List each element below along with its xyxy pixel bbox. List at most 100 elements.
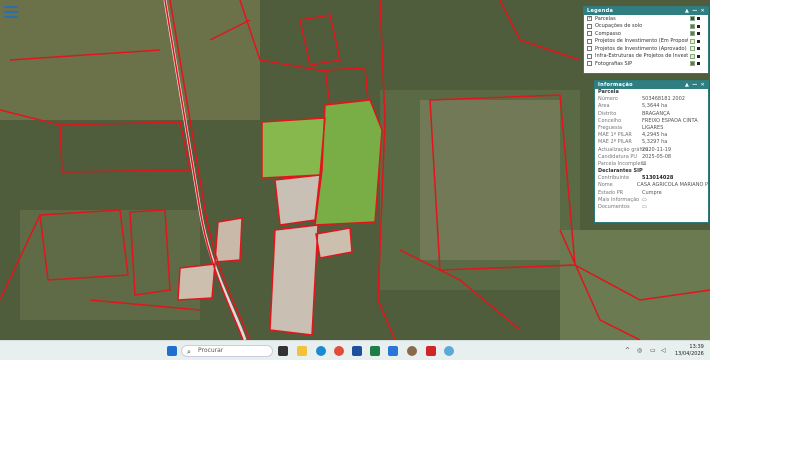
info-key: Freguesia bbox=[598, 124, 623, 131]
info-row: Concelho FREIXO ESPADA CINTA bbox=[595, 118, 708, 125]
layer-swatch bbox=[690, 53, 695, 59]
task-view-icon[interactable] bbox=[278, 346, 288, 356]
display-icon[interactable]: ▭ bbox=[650, 347, 656, 354]
start-icon[interactable] bbox=[167, 346, 177, 356]
info-title: Informação bbox=[598, 82, 633, 88]
legend-item[interactable]: Infra-Estruturas de Projetos de Investim… bbox=[584, 53, 708, 61]
info-value: ▭ bbox=[642, 204, 647, 210]
info-key: Distrito bbox=[598, 110, 617, 117]
legend-title: Legenda bbox=[587, 8, 614, 14]
info-key: Mais Informação bbox=[598, 196, 640, 203]
layer-checkbox[interactable] bbox=[587, 31, 592, 37]
info-value: ☐ bbox=[642, 160, 647, 167]
search-placeholder: Procurar bbox=[198, 347, 224, 354]
info-key: Área bbox=[598, 103, 610, 110]
layer-checkbox[interactable] bbox=[587, 53, 592, 59]
edge-icon[interactable] bbox=[316, 346, 326, 356]
collapse-icon[interactable]: ▲ bbox=[685, 82, 689, 88]
layer-dot-icon bbox=[697, 39, 700, 43]
legend-item[interactable]: Compasso bbox=[584, 30, 708, 38]
info-key: Candidatura PU bbox=[598, 153, 638, 160]
legend-item[interactable]: Projetos de Investimento (Aprovado) bbox=[584, 45, 708, 53]
excel-icon[interactable] bbox=[370, 346, 380, 356]
taskbar: ⌕ Procurar ^ ◎ ▭ ◁ 13:39 13/04/2026 bbox=[0, 340, 710, 360]
legend-item[interactable]: ✓ Parcelas bbox=[584, 15, 708, 23]
section-parcela: Parcela bbox=[598, 89, 619, 95]
app-icon-2[interactable] bbox=[407, 346, 417, 356]
minimize-icon[interactable]: — bbox=[692, 8, 697, 14]
layer-dot-icon bbox=[697, 47, 700, 51]
file-explorer-icon[interactable] bbox=[297, 346, 307, 356]
layer-dot-icon bbox=[697, 17, 700, 21]
info-value: Cumpre bbox=[642, 189, 662, 196]
layer-swatch bbox=[690, 16, 695, 22]
app-icon[interactable] bbox=[352, 346, 362, 356]
legend-item[interactable]: Ocupações de solo bbox=[584, 23, 708, 31]
layer-swatch bbox=[690, 31, 695, 37]
layer-label: Parcelas bbox=[595, 15, 616, 22]
info-key: Estado PR bbox=[598, 189, 624, 196]
legend-item[interactable]: Projetos de Investimento (Em Proposta) bbox=[584, 38, 708, 46]
info-value: 5,3297 ha bbox=[642, 139, 668, 146]
layer-label: Projetos de Investimento (Aprovado) bbox=[595, 45, 687, 52]
layer-label: Projetos de Investimento (Em Proposta) bbox=[595, 38, 688, 45]
info-row: MAE 2º PILAR 5,3297 ha bbox=[595, 139, 708, 146]
info-row: Nome CASA AGRICOLA MARIANO P bbox=[595, 182, 708, 189]
info-row: Contribuinte 513014028 bbox=[595, 175, 708, 182]
layer-swatch bbox=[690, 61, 695, 67]
close-icon[interactable]: ✕ bbox=[701, 82, 706, 88]
layer-checkbox[interactable] bbox=[587, 46, 592, 52]
layer-dot-icon bbox=[697, 54, 700, 58]
app-icon-3[interactable] bbox=[444, 346, 454, 356]
menu-icon[interactable] bbox=[4, 6, 18, 18]
layer-label: Compasso bbox=[595, 30, 621, 37]
close-icon[interactable]: ✕ bbox=[701, 8, 706, 14]
info-value: LIGARES bbox=[642, 124, 664, 131]
clock[interactable]: 13:39 13/04/2026 bbox=[675, 344, 704, 358]
layer-dot-icon bbox=[697, 62, 700, 66]
layer-swatch bbox=[690, 38, 695, 44]
minimize-icon[interactable]: — bbox=[692, 82, 697, 88]
layer-label: Infra-Estruturas de Projetos de Investim… bbox=[595, 53, 688, 60]
info-row: Actualização gráfica 2020-11-19 bbox=[595, 147, 708, 154]
layer-label: Fotografias SIP bbox=[595, 60, 633, 67]
info-row: Estado PR Cumpre bbox=[595, 190, 708, 197]
chevron-up-icon[interactable]: ^ bbox=[625, 347, 630, 354]
info-value: 503468181 2002 bbox=[642, 96, 685, 103]
search-input[interactable]: ⌕ Procurar bbox=[181, 345, 273, 357]
info-header: Informação ▲ — ✕ bbox=[595, 81, 708, 89]
chrome-icon[interactable] bbox=[334, 346, 344, 356]
info-key: Nome bbox=[598, 182, 613, 189]
info-row: Freguesia LIGARES bbox=[595, 125, 708, 132]
info-value: ▭ bbox=[642, 196, 647, 203]
volume-icon[interactable]: ◁ bbox=[661, 347, 666, 354]
info-row: Documentos ▭ bbox=[595, 204, 708, 211]
outlook-icon[interactable] bbox=[388, 346, 398, 356]
info-value: 4,2945 ha bbox=[642, 132, 668, 139]
legend-item[interactable]: Fotografias SIP bbox=[584, 60, 708, 68]
layer-label: Ocupações de solo bbox=[595, 23, 643, 30]
info-key: Documentos bbox=[598, 204, 630, 210]
info-key: MAE 2º PILAR bbox=[598, 139, 632, 146]
layer-checkbox[interactable]: ✓ bbox=[587, 16, 592, 22]
info-key: Concelho bbox=[598, 117, 622, 124]
info-value: 513014028 bbox=[642, 175, 674, 182]
info-row: MAE 1º PILAR 4,2945 ha bbox=[595, 132, 708, 139]
info-row: Candidatura PU 2025-05-08 bbox=[595, 154, 708, 161]
layer-checkbox[interactable] bbox=[587, 23, 592, 29]
info-row: Parcela Incompleta ☐ bbox=[595, 161, 708, 168]
info-key: Contribuinte bbox=[598, 175, 630, 182]
info-row: Área 5,3644 ha bbox=[595, 103, 708, 110]
info-key: Número bbox=[598, 96, 618, 103]
acrobat-icon[interactable] bbox=[426, 346, 436, 356]
section-declarantes: Declarantes SIP bbox=[598, 168, 643, 175]
network-icon[interactable]: ◎ bbox=[637, 347, 642, 354]
selected-parcel-west bbox=[262, 118, 325, 178]
date: 13/04/2026 bbox=[675, 351, 704, 357]
collapse-icon[interactable]: ▲ bbox=[685, 8, 689, 14]
info-value: FREIXO ESPADA CINTA bbox=[642, 117, 698, 124]
search-icon: ⌕ bbox=[187, 348, 191, 356]
layer-checkbox[interactable] bbox=[587, 38, 592, 44]
layer-checkbox[interactable] bbox=[587, 61, 592, 67]
info-value: 2025-05-08 bbox=[642, 153, 672, 160]
